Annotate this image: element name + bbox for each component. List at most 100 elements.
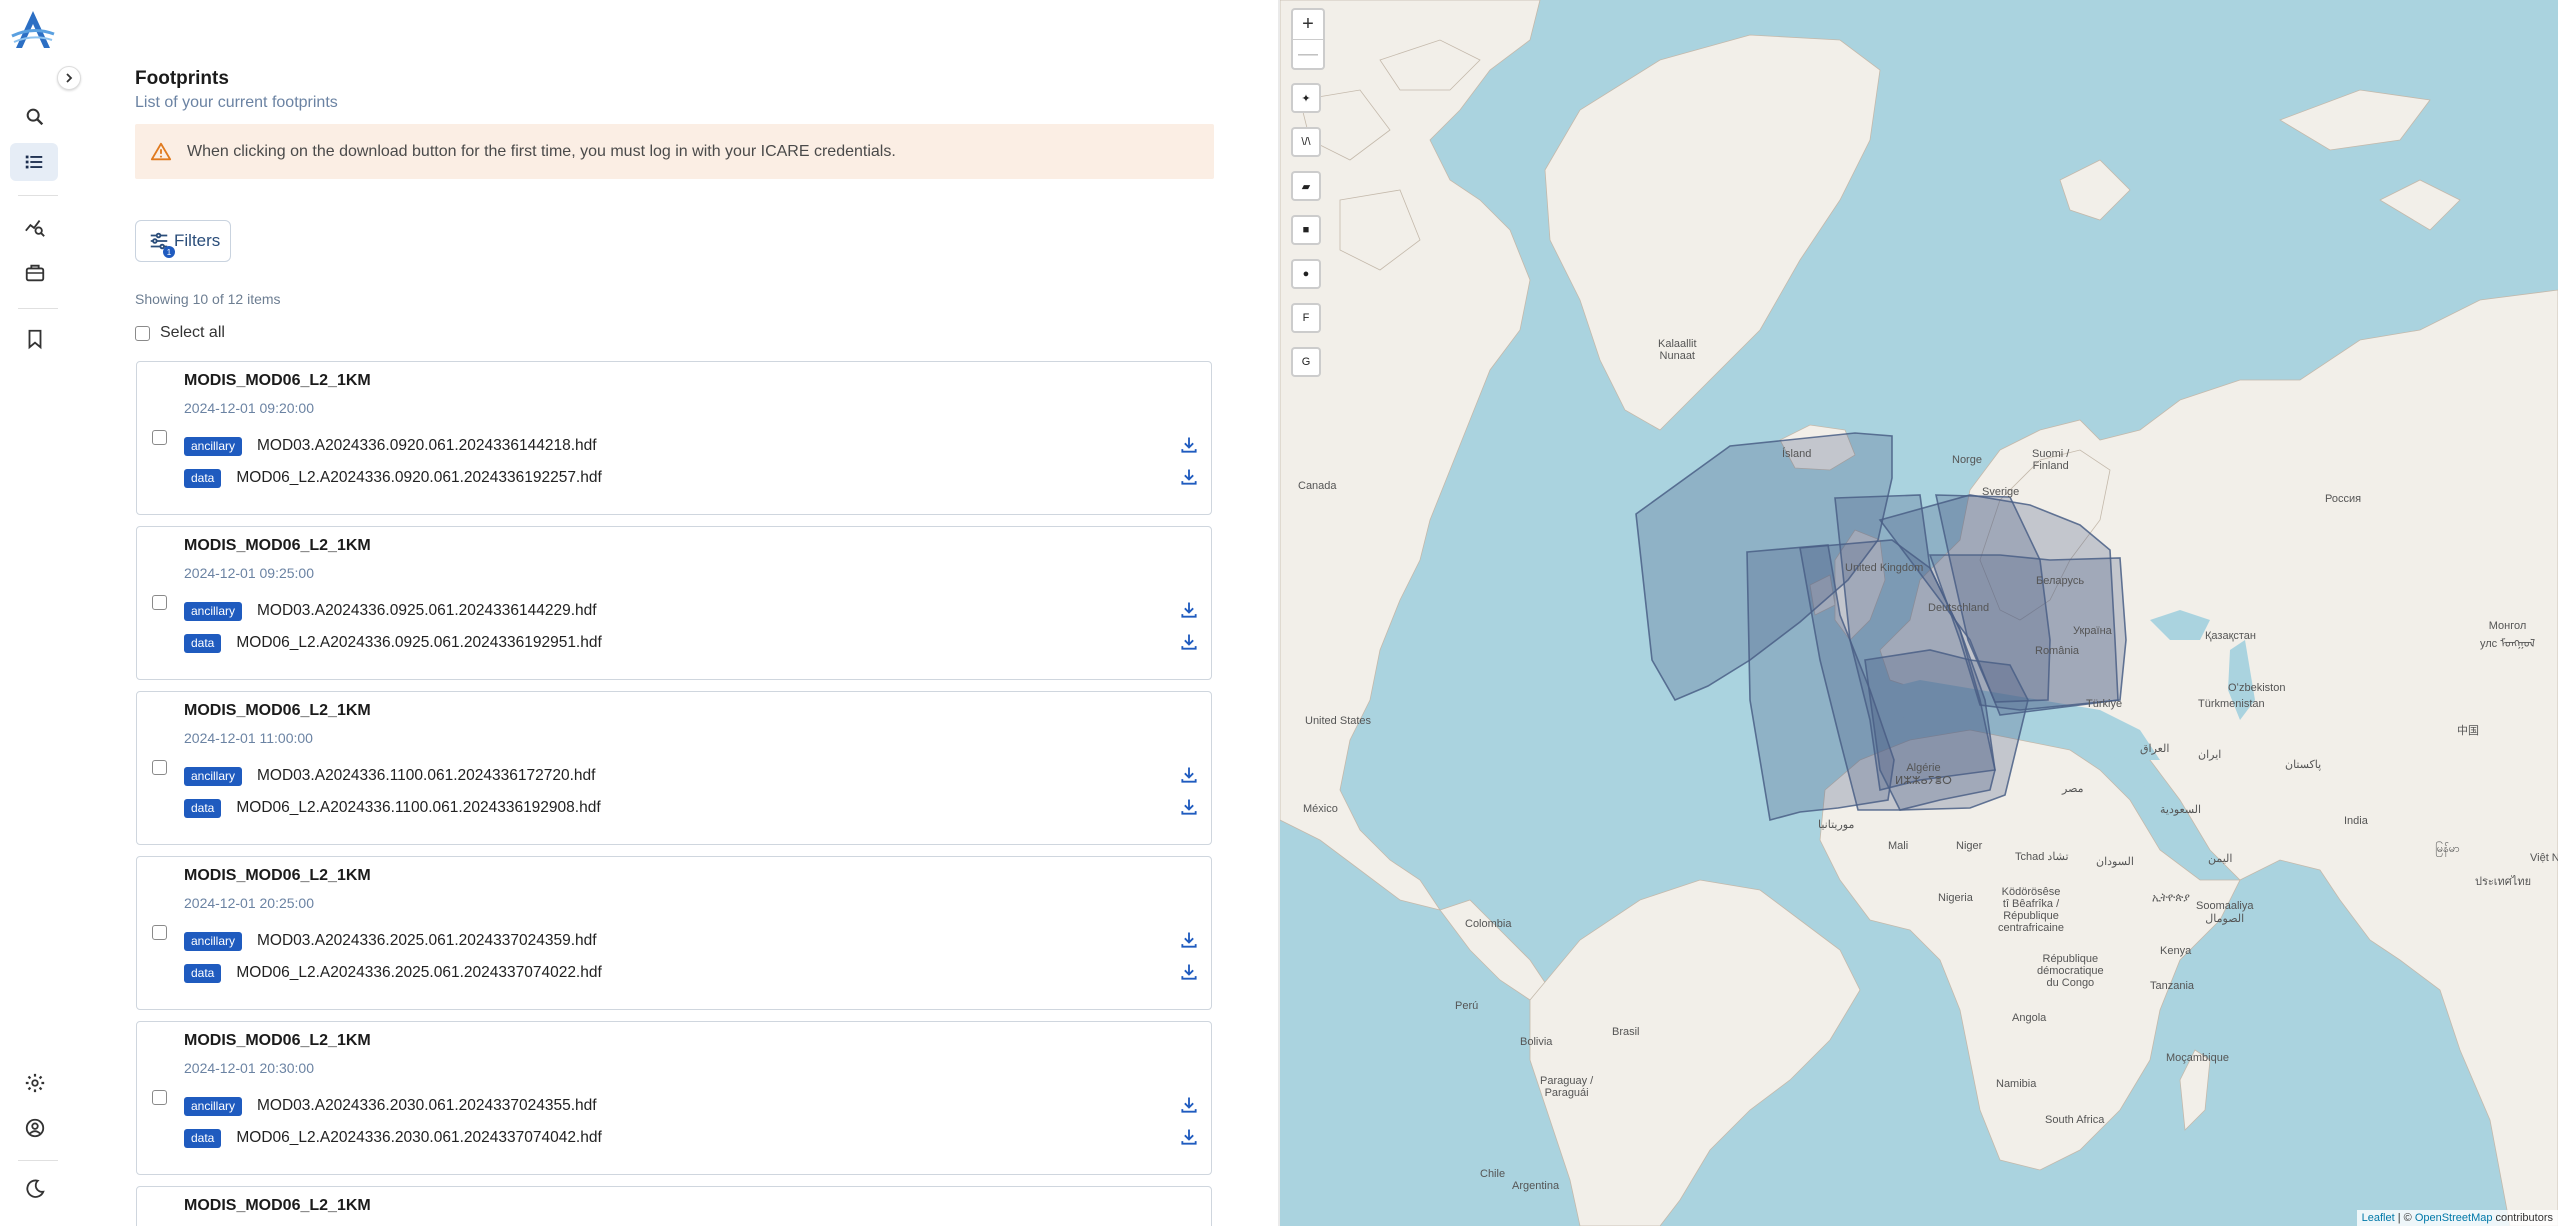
chevron-right-icon bbox=[66, 73, 73, 83]
card-title: MODIS_MOD06_L2_1KM bbox=[184, 1032, 371, 1049]
download-data-button[interactable] bbox=[1179, 1127, 1199, 1149]
download-ancillary-button[interactable] bbox=[1179, 1095, 1199, 1117]
download-ancillary-button[interactable] bbox=[1179, 765, 1199, 787]
sidebar bbox=[0, 0, 81, 1226]
ancillary-filename: MOD03.A2024336.2025.061.2024337024359.hd… bbox=[257, 932, 597, 949]
map-label-island: Ísland bbox=[1782, 448, 1812, 460]
download-data-button[interactable] bbox=[1179, 962, 1199, 984]
card-checkbox[interactable] bbox=[152, 925, 167, 940]
download-icon bbox=[1181, 964, 1197, 980]
download-ancillary-button[interactable] bbox=[1179, 600, 1199, 622]
sidebar-item-analytics[interactable] bbox=[20, 212, 50, 242]
chart-search-icon bbox=[25, 220, 45, 237]
draw-polygon-button[interactable]: ▰ bbox=[1291, 171, 1321, 201]
map-label-chile: Chile bbox=[1480, 1168, 1506, 1180]
sidebar-item-theme[interactable] bbox=[20, 1174, 50, 1204]
footprint-card: MODIS_MOD06_L2_1KM 2024-12-01 09:20:00 anc… bbox=[136, 361, 1212, 515]
map-label-kenya: Kenya bbox=[2160, 945, 2192, 957]
sidebar-item-settings[interactable] bbox=[20, 1068, 50, 1098]
select-all-label: Select all bbox=[160, 324, 225, 341]
tool-f-button[interactable]: F bbox=[1291, 303, 1321, 333]
data-tag: data bbox=[184, 633, 222, 653]
data-filename: MOD06_L2.A2024336.1100.061.2024336192908… bbox=[236, 799, 601, 816]
card-title: MODIS_MOD06_L2_1KM bbox=[184, 702, 371, 719]
card-title: MODIS_MOD06_L2_1KM bbox=[184, 867, 371, 884]
map-label-mongol: Монгол улс ᠮᠣᠩᠭᠣᠯ bbox=[2480, 620, 2536, 650]
map-basemap bbox=[1280, 0, 2558, 1226]
file-row-data: data MOD06_L2.A2024336.2030.061.202433707… bbox=[184, 1127, 1199, 1149]
zoom-out-button[interactable]: — bbox=[1293, 39, 1323, 69]
app-logo-icon[interactable] bbox=[8, 6, 58, 56]
file-row-ancillary: ancillary MOD03.A2024336.0925.061.2024336… bbox=[184, 600, 1199, 622]
download-icon bbox=[1181, 634, 1197, 650]
footprint-card: MODIS_MOD06_L2_1KM bbox=[136, 1186, 1212, 1226]
map-label-argentina: Argentina bbox=[1512, 1180, 1560, 1192]
download-icon bbox=[1181, 437, 1197, 453]
tool-g-button[interactable]: G bbox=[1291, 347, 1321, 377]
leaflet-link[interactable]: Leaflet bbox=[2362, 1212, 2395, 1224]
footprint-card: MODIS_MOD06_L2_1KM 2024-12-01 09:25:00 anc… bbox=[136, 526, 1212, 680]
select-all[interactable]: Select all bbox=[135, 324, 225, 342]
map-label-paraguay: Paraguay / Paraguái bbox=[1540, 1075, 1594, 1099]
draw-marker-button[interactable]: ✦ bbox=[1291, 83, 1321, 113]
card-checkbox[interactable] bbox=[152, 430, 167, 445]
map-label-mexico: México bbox=[1303, 803, 1338, 815]
page-subtitle: List of your current footprints bbox=[135, 94, 338, 111]
search-icon bbox=[26, 108, 44, 126]
footprints-panel: Footprints List of your current footprin… bbox=[135, 0, 1215, 1226]
sidebar-item-bookmarks[interactable] bbox=[20, 324, 50, 354]
zoom-control: + — bbox=[1291, 8, 1325, 70]
file-row-ancillary: ancillary MOD03.A2024336.2025.061.2024337… bbox=[184, 930, 1199, 952]
card-checkbox[interactable] bbox=[152, 1090, 167, 1105]
osm-link[interactable]: OpenStreetMap bbox=[2415, 1212, 2493, 1224]
file-row-ancillary: ancillary MOD03.A2024336.1100.061.2024336… bbox=[184, 765, 1199, 787]
data-filename: MOD06_L2.A2024336.0920.061.2024336192257… bbox=[236, 469, 602, 486]
file-row-data: data MOD06_L2.A2024336.0925.061.202433619… bbox=[184, 632, 1199, 654]
map-label-southafrica: South Africa bbox=[2045, 1114, 2105, 1126]
download-icon bbox=[1181, 767, 1197, 783]
map-label-sverige: Sverige bbox=[1982, 486, 2020, 498]
card-date: 2024-12-01 09:25:00 bbox=[184, 565, 314, 581]
file-row-ancillary: ancillary MOD03.A2024336.2030.061.2024337… bbox=[184, 1095, 1199, 1117]
zoom-in-button[interactable]: + bbox=[1293, 10, 1323, 39]
data-tag: data bbox=[184, 468, 222, 488]
warning-alert: When clicking on the download button for… bbox=[135, 124, 1214, 179]
sidebar-item-footprints[interactable] bbox=[10, 143, 58, 181]
sidebar-expand-button[interactable] bbox=[57, 66, 81, 90]
map-label-sudan: السودان bbox=[2096, 856, 2134, 868]
data-filename: MOD06_L2.A2024336.2025.061.2024337074022… bbox=[236, 964, 602, 981]
draw-polyline-button[interactable]: \/\ bbox=[1291, 127, 1321, 157]
download-data-button[interactable] bbox=[1179, 797, 1199, 819]
sidebar-divider bbox=[18, 1160, 58, 1161]
sidebar-item-jobs[interactable] bbox=[20, 258, 50, 288]
sidebar-item-account[interactable] bbox=[20, 1113, 50, 1143]
file-row-ancillary: ancillary MOD03.A2024336.0920.061.2024336… bbox=[184, 435, 1199, 457]
download-icon bbox=[1181, 932, 1197, 948]
map-label-kodorosese: Ködörösêse tî Bêafrîka / République cent… bbox=[1998, 886, 2065, 934]
ancillary-tag: ancillary bbox=[184, 931, 243, 951]
card-checkbox[interactable] bbox=[152, 595, 167, 610]
draw-rectangle-button[interactable]: ■ bbox=[1291, 215, 1321, 245]
map-label-niger: Niger bbox=[1956, 840, 1983, 852]
select-all-checkbox[interactable] bbox=[135, 325, 150, 341]
bookmark-icon bbox=[28, 329, 42, 350]
download-ancillary-button[interactable] bbox=[1179, 930, 1199, 952]
map[interactable]: + — ✦ \/\ ▰ ■ ● F G Kalaallit Nunaat Ísla… bbox=[1280, 0, 2558, 1226]
draw-circle-button[interactable]: ● bbox=[1291, 259, 1321, 289]
data-tag: data bbox=[184, 963, 222, 983]
data-tag: data bbox=[184, 1128, 222, 1148]
data-tag: data bbox=[184, 798, 222, 818]
filters-button[interactable]: 1 Filters bbox=[135, 220, 231, 262]
card-title: MODIS_MOD06_L2_1KM bbox=[184, 1197, 371, 1214]
map-label-nigeria: Nigeria bbox=[1938, 892, 1973, 904]
sidebar-divider bbox=[18, 308, 58, 309]
map-label-china: 中国 bbox=[2457, 725, 2479, 737]
download-data-button[interactable] bbox=[1179, 632, 1199, 654]
card-checkbox[interactable] bbox=[152, 760, 167, 775]
map-label-algerie: Algérie ⵍⵣⵣⴰⵢⴻⵔ bbox=[1895, 762, 1952, 787]
ancillary-tag: ancillary bbox=[184, 766, 243, 786]
sidebar-item-search[interactable] bbox=[20, 102, 50, 132]
download-data-button[interactable] bbox=[1179, 467, 1199, 489]
download-ancillary-button[interactable] bbox=[1179, 435, 1199, 457]
map-label-somalia: Soomaaliya الصومال bbox=[2196, 900, 2254, 925]
